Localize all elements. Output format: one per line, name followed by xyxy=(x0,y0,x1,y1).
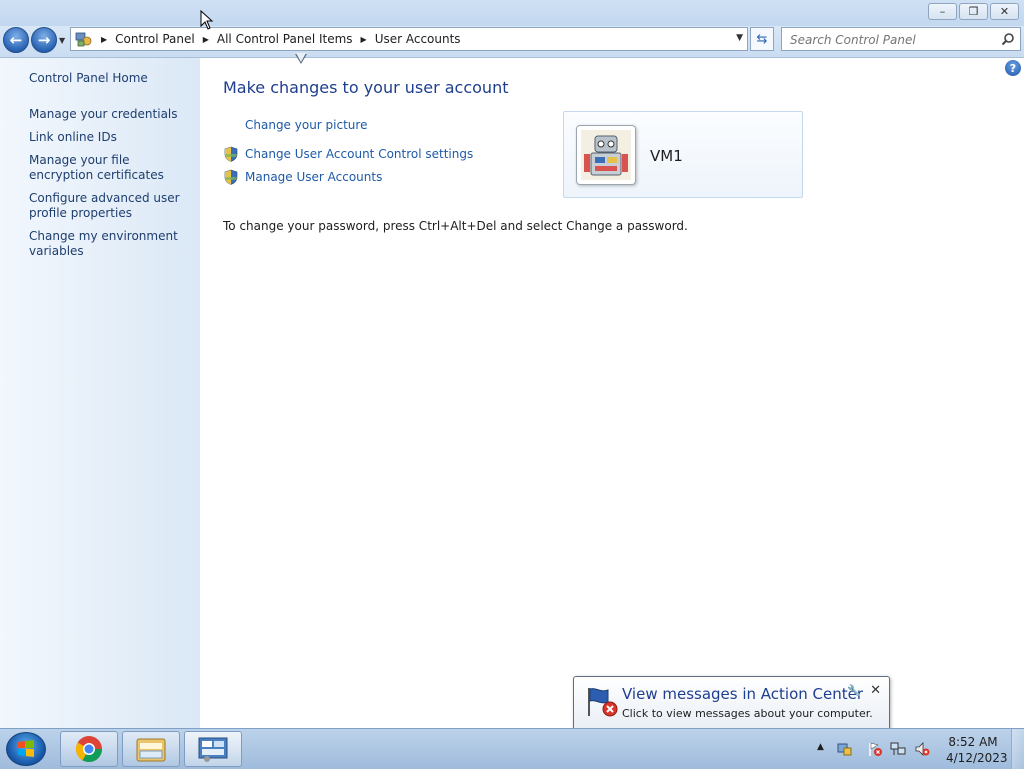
sidebar-link-file-encryption[interactable]: Manage your file encryption certificates xyxy=(29,153,194,183)
minimize-button[interactable]: – xyxy=(928,3,957,20)
forward-button[interactable]: → xyxy=(31,27,57,53)
taskbar: ▲ 8:52 AM 4/12/2023 xyxy=(0,728,1024,769)
balloon-title[interactable]: View messages in Action Center xyxy=(622,685,863,703)
search-box[interactable] xyxy=(781,27,1021,51)
breadcrumb-user-accounts[interactable]: User Accounts xyxy=(375,32,461,46)
sidebar-link-environment-variables[interactable]: Change my environment variables xyxy=(29,229,194,259)
left-navigation-pane: Control Panel Home Manage your credentia… xyxy=(0,58,200,728)
clock-time: 8:52 AM xyxy=(948,735,998,749)
address-bar[interactable]: ▶ Control Panel ▶ All Control Panel Item… xyxy=(70,27,748,51)
main-content: ? Make changes to your user account Chan… xyxy=(200,58,1024,728)
chrome-icon xyxy=(75,736,103,763)
control-panel-icon xyxy=(75,32,92,47)
user-account-tile: VM1 xyxy=(563,111,803,198)
task-label: Change User Account Control settings xyxy=(245,147,474,161)
notification-area: ▲ 8:52 AM 4/12/2023 xyxy=(810,729,1024,769)
taskbar-chrome[interactable] xyxy=(60,731,118,767)
password-note: To change your password, press Ctrl+Alt+… xyxy=(223,219,688,233)
taskbar-control-panel[interactable] xyxy=(184,731,242,767)
minimize-icon: – xyxy=(939,5,946,18)
robot-picture-icon xyxy=(581,130,631,180)
change-picture-link[interactable]: Change your picture xyxy=(245,118,367,132)
recent-pages-dropdown[interactable]: ▼ xyxy=(59,36,65,45)
control-panel-icon xyxy=(198,737,228,762)
breadcrumb-separator[interactable]: ▶ xyxy=(203,35,209,44)
sidebar-link-profile-properties[interactable]: Configure advanced user profile properti… xyxy=(29,191,194,221)
user-name: VM1 xyxy=(650,147,683,165)
control-panel-home-link[interactable]: Control Panel Home xyxy=(29,71,148,85)
sidebar-link-manage-credentials[interactable]: Manage your credentials xyxy=(29,107,194,122)
help-icon[interactable]: ? xyxy=(1005,60,1021,76)
taskbar-windows-explorer[interactable] xyxy=(122,731,180,767)
navigation-bar: ← → ▼ ▶ Control Panel ▶ All Control Pane… xyxy=(0,26,1024,58)
breadcrumb-all-items[interactable]: All Control Panel Items xyxy=(217,32,353,46)
balloon-text[interactable]: Click to view messages about your comput… xyxy=(622,707,873,720)
search-icon[interactable] xyxy=(1001,32,1015,46)
breadcrumb-separator[interactable]: ▶ xyxy=(361,35,367,44)
page-title: Make changes to your user account xyxy=(223,78,509,97)
restore-icon: ❐ xyxy=(968,5,979,18)
show-hidden-icons-button[interactable]: ▲ xyxy=(817,742,824,752)
taskbar-clock[interactable]: 8:52 AM 4/12/2023 xyxy=(946,734,1008,766)
caption-buttons: – ❐ ✕ xyxy=(928,3,1019,20)
breadcrumb-separator[interactable]: ▶ xyxy=(101,35,107,44)
user-picture[interactable] xyxy=(576,125,636,185)
change-uac-settings-link[interactable]: Change User Account Control settings xyxy=(223,146,473,162)
close-button[interactable]: ✕ xyxy=(990,3,1019,20)
start-button[interactable] xyxy=(6,732,46,766)
refresh-icon: ⇆ xyxy=(756,31,768,47)
wrench-icon[interactable]: 🔧 xyxy=(847,684,861,697)
forward-arrow-icon: → xyxy=(37,31,51,49)
back-arrow-icon: ← xyxy=(9,31,23,49)
manage-user-accounts-link[interactable]: Manage User Accounts xyxy=(223,169,382,185)
clock-date: 4/12/2023 xyxy=(946,751,1008,765)
uac-shield-icon xyxy=(224,146,238,162)
windows-explorer-icon xyxy=(136,738,166,762)
balloon-close-button[interactable]: ✕ xyxy=(870,683,881,698)
task-label: Change your picture xyxy=(245,118,368,132)
refresh-button[interactable]: ⇆ xyxy=(750,27,774,51)
search-input[interactable] xyxy=(788,31,997,49)
address-dropdown-icon[interactable]: ▼ xyxy=(736,33,743,43)
network-shared-icon[interactable] xyxy=(836,741,852,757)
action-center-tray-icon[interactable] xyxy=(867,741,883,757)
action-center-balloon[interactable]: View messages in Action Center Click to … xyxy=(573,676,890,731)
close-icon: ✕ xyxy=(999,5,1010,18)
uac-shield-icon xyxy=(224,169,238,185)
task-label: Manage User Accounts xyxy=(245,170,383,184)
mouse-cursor-icon xyxy=(200,10,214,30)
sidebar-link-online-ids[interactable]: Link online IDs xyxy=(29,130,194,145)
back-button[interactable]: ← xyxy=(3,27,29,53)
window-titlebar: – ❐ ✕ xyxy=(0,0,1024,26)
balloon-tail-inner xyxy=(296,53,306,62)
sidebar-links: Manage your credentials Link online IDs … xyxy=(29,107,194,267)
show-desktop-button[interactable] xyxy=(1011,729,1024,769)
maximize-button[interactable]: ❐ xyxy=(959,3,988,20)
action-center-flag-icon xyxy=(588,688,618,717)
breadcrumb-control-panel[interactable]: Control Panel xyxy=(115,32,195,46)
network-icon[interactable] xyxy=(890,741,906,757)
windows-logo-icon xyxy=(18,740,34,757)
volume-muted-icon[interactable] xyxy=(914,741,930,757)
